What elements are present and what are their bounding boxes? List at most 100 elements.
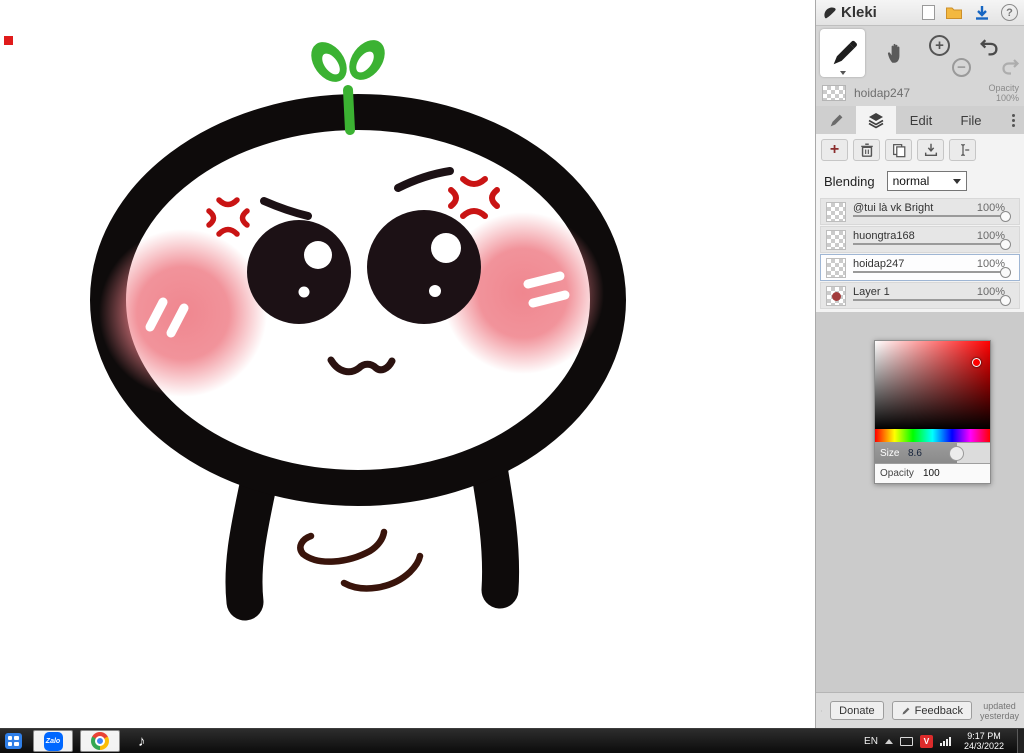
overflow-menu-button[interactable]: [1002, 106, 1024, 134]
layer-opacity-knob[interactable]: [1000, 295, 1011, 306]
layer-opacity-slider[interactable]: [853, 271, 1003, 273]
lower-area: Size 8.6 Opacity 100: [816, 312, 1024, 692]
hand-tool-button[interactable]: [878, 37, 910, 69]
taskbar: Zalo ♪ EN V 9:17 PM 24/3/2022: [0, 728, 1024, 753]
start-icon: [4, 733, 22, 749]
size-label: Size: [880, 448, 900, 459]
brush-size-slider[interactable]: Size 8.6: [875, 442, 990, 463]
layer-opacity-knob[interactable]: [1000, 211, 1011, 222]
open-file-button[interactable]: [945, 4, 963, 21]
project-opacity[interactable]: Opacity 100%: [988, 83, 1019, 103]
new-image-button[interactable]: [922, 5, 935, 20]
feedback-button[interactable]: Feedback: [891, 701, 972, 720]
time-text: 9:17 PM: [967, 730, 1001, 741]
brand: Kleki: [822, 4, 877, 21]
color-cursor[interactable]: [972, 358, 981, 367]
tab-edit[interactable]: Edit: [896, 106, 946, 134]
merge-down-icon: [924, 143, 937, 157]
undo-button[interactable]: [978, 36, 999, 60]
layer-opacity-knob[interactable]: [1000, 239, 1011, 250]
updated-note: updated yesterday: [980, 701, 1019, 721]
network-icon[interactable]: [939, 736, 951, 746]
layer-opacity-slider[interactable]: [853, 215, 1003, 217]
zoom-in-icon[interactable]: +: [929, 35, 950, 56]
show-desktop-button[interactable]: [1017, 728, 1024, 753]
project-name: hoidap247: [854, 86, 911, 100]
layer-opacity-slider[interactable]: [853, 299, 1003, 301]
help-button[interactable]: ?: [1001, 4, 1018, 21]
trash-icon: [860, 143, 873, 157]
red-paint-mark: [4, 36, 13, 45]
redo-button[interactable]: [1001, 56, 1021, 79]
taskbar-chrome-button[interactable]: [80, 730, 120, 752]
updated-line1: updated: [983, 700, 1016, 711]
keyboard-icon[interactable]: [899, 736, 913, 746]
add-layer-button[interactable]: +: [821, 139, 848, 161]
duplicate-layer-button[interactable]: [885, 139, 912, 161]
layer-opacity-knob[interactable]: [1000, 267, 1011, 278]
size-value: 8.6: [908, 448, 922, 459]
tab-brush[interactable]: [816, 106, 856, 134]
zoom-out-icon[interactable]: −: [952, 58, 971, 77]
pencil-icon: [902, 707, 910, 714]
start-button[interactable]: [0, 729, 26, 753]
kleki-app: Kleki ? + − hoidap247 Opacity 100% Edit …: [0, 0, 1024, 753]
brush-tool-button[interactable]: [820, 29, 865, 77]
brush-tab-icon: [830, 114, 843, 127]
layer-row-selected[interactable]: hoidap247 100%: [820, 254, 1020, 281]
opacity-value: 100%: [995, 93, 1019, 103]
tab-row: Edit File: [816, 106, 1024, 134]
clock[interactable]: 9:17 PM 24/3/2022: [964, 731, 1004, 752]
layers-section: + Blending normal @tui là vk Bright 100%…: [816, 134, 1024, 312]
side-panel: Kleki ? + − hoidap247 Opacity 100% Edit …: [815, 0, 1024, 728]
layer-name: huongtra168: [853, 230, 915, 242]
hue-slider[interactable]: [875, 429, 990, 442]
plus-icon: +: [829, 141, 840, 158]
brush-opacity-slider[interactable]: Opacity 100: [875, 463, 990, 483]
layer-row[interactable]: Layer 1 100%: [820, 282, 1020, 309]
project-thumbnail[interactable]: [822, 85, 846, 101]
rename-layer-button[interactable]: [949, 139, 976, 161]
merge-down-button[interactable]: [917, 139, 944, 161]
layer-thumbnail[interactable]: [826, 258, 846, 278]
taskbar-zalo-button[interactable]: Zalo: [33, 730, 73, 752]
blending-value: normal: [892, 174, 930, 188]
redo-icon: [1002, 59, 1020, 75]
top-bar: Kleki ?: [816, 0, 1024, 26]
donate-button[interactable]: Donate: [830, 701, 884, 720]
color-picker: Size 8.6 Opacity 100: [874, 340, 991, 484]
slider-knob[interactable]: [948, 446, 964, 461]
opacity-value: 100: [923, 468, 940, 479]
layer-controls: +: [821, 139, 976, 161]
layer-row[interactable]: huongtra168 100%: [820, 226, 1020, 253]
delete-layer-button[interactable]: [853, 139, 880, 161]
drawing-canvas[interactable]: [0, 0, 815, 728]
layer-thumbnail[interactable]: [826, 202, 846, 222]
unikey-icon[interactable]: V: [919, 734, 933, 748]
updated-line2: yesterday: [979, 710, 1019, 721]
layer-thumbnail[interactable]: [826, 286, 846, 306]
chrome-icon: [91, 732, 109, 750]
tab-file[interactable]: File: [946, 106, 996, 134]
blending-select[interactable]: normal: [886, 171, 967, 191]
layer-name: @tui là vk Bright: [853, 202, 934, 214]
layer-opacity-slider[interactable]: [853, 243, 1003, 245]
zalo-icon: Zalo: [43, 731, 63, 751]
layer-row[interactable]: @tui là vk Bright 100%: [820, 198, 1020, 225]
saturation-value-square[interactable]: [875, 341, 990, 429]
layer-thumbnail[interactable]: [826, 230, 846, 250]
chevron-up-icon[interactable]: [884, 738, 893, 744]
layer-name: Layer 1: [853, 286, 890, 298]
opacity-label: Opacity: [988, 83, 1019, 93]
tiktok-icon[interactable]: ♪: [138, 733, 146, 750]
brand-name: Kleki: [841, 4, 877, 21]
blending-row: Blending normal: [824, 170, 1018, 192]
tab-layers[interactable]: [856, 106, 896, 134]
character-drawing: [90, 40, 626, 621]
swap-icon[interactable]: [821, 703, 823, 719]
chrome-center-dot: [95, 736, 105, 746]
save-button[interactable]: [973, 4, 991, 21]
language-indicator[interactable]: EN: [864, 736, 878, 747]
help-icon: ?: [1001, 4, 1018, 21]
tool-row: + −: [816, 26, 1024, 80]
